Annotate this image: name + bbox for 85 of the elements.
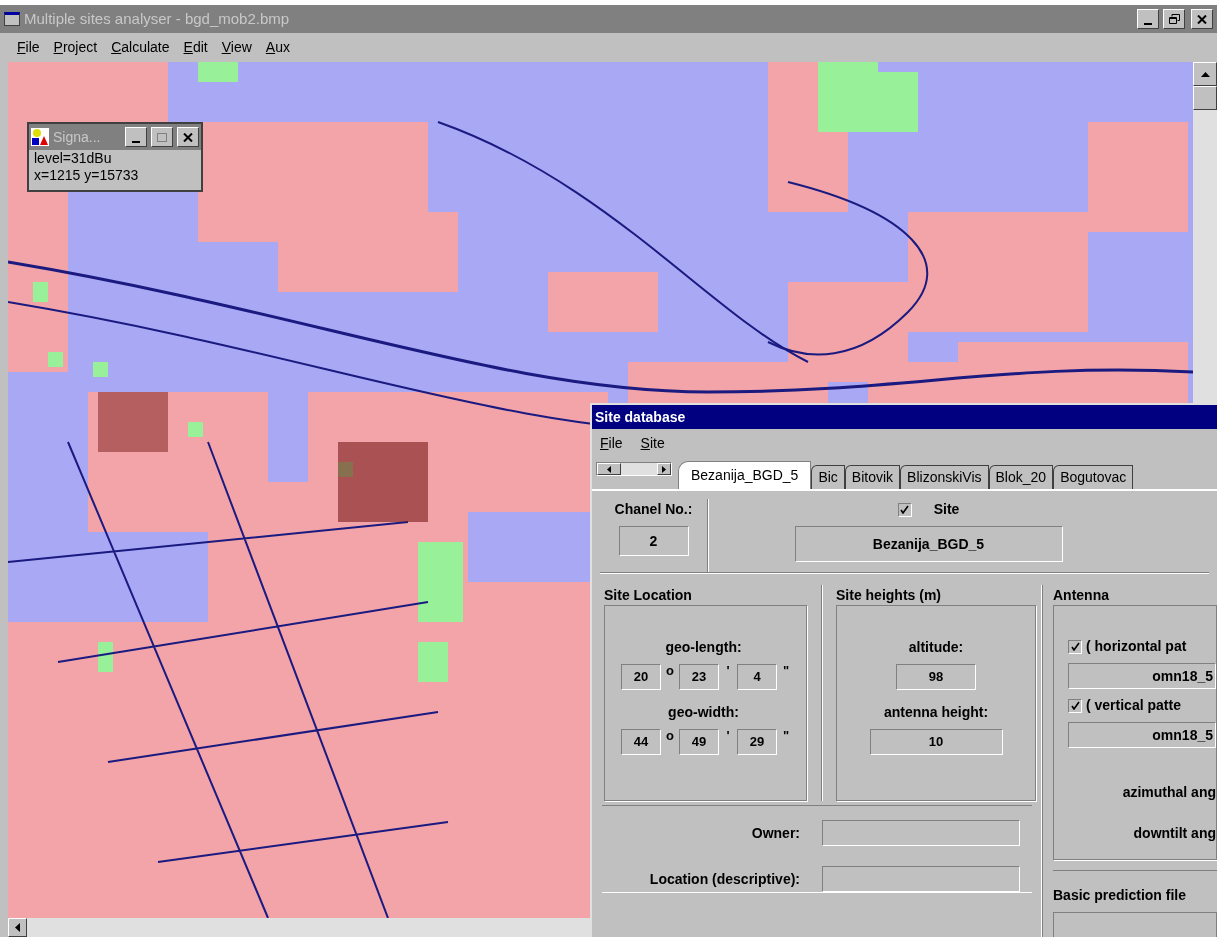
window-title: Site database [595,407,686,427]
left-arrow-icon [15,923,20,932]
coordinate-label: geo-width: [668,703,739,722]
detail-label: Location (descriptive): [648,869,801,889]
checkmark-icon [1070,642,1080,651]
group-title: Basic prediction file [1053,886,1188,905]
close-icon [183,132,193,142]
shapes-icon [31,128,49,146]
menu-item[interactable]: Calculate [111,37,170,58]
site-name-field[interactable]: Bezanija_BGD_5 [794,526,1063,562]
coordinate-field[interactable]: 20 [621,664,661,690]
close-icon [1197,14,1207,24]
checkmark-icon [900,505,910,514]
coordinate-field[interactable]: 49 [679,729,719,755]
site-tab[interactable]: Bogutovac [1053,465,1134,489]
unit-mark: o [665,664,675,678]
right-arrow-icon [662,465,666,473]
checkbox[interactable] [1068,639,1082,654]
site-tab[interactable]: Bezanija_BGD_5 [678,461,812,489]
unit-mark: o [665,729,675,743]
menu-item[interactable]: File [600,432,623,454]
angle-label: downtilt ang [1132,824,1216,843]
menu-item[interactable]: Project [53,37,98,58]
site-tab[interactable]: BlizonskiVis [900,465,989,489]
checkbox[interactable] [1068,698,1082,713]
scroll-left-button[interactable] [8,918,27,937]
scroll-left-button[interactable] [597,463,621,475]
signal-reading: level=31dBu [34,150,113,167]
menu-item[interactable]: Aux [265,37,290,58]
menu-item[interactable]: Edit [183,37,208,58]
left-arrow-icon [607,465,611,473]
up-arrow-icon [1200,71,1210,77]
coordinate-field[interactable]: 23 [679,664,719,690]
site-tab[interactable]: Bitovik [844,465,901,489]
height-field[interactable]: 98 [896,664,976,690]
site-tab[interactable]: Bic [811,465,845,489]
minimize-icon [1144,23,1152,25]
scroll-thumb[interactable] [1193,86,1217,110]
tab-scroller[interactable] [596,462,672,476]
group-title: Antenna [1053,586,1110,605]
window-title: Multiple sites analyser - bgd_mob2.bmp [24,8,290,29]
scroll-right-button[interactable] [657,463,671,475]
maximize-button[interactable] [151,127,173,147]
detail-field[interactable] [822,820,1020,846]
window-title: Signa... [53,127,102,147]
pattern-label: ( vertical patte [1086,696,1181,715]
height-label: antenna height: [883,703,989,722]
signal-reading: x=1215 y=15733 [34,167,140,184]
coordinate-label: geo-length: [665,638,742,657]
close-button[interactable] [1191,9,1213,29]
maximize-icon [157,132,167,142]
restore-button[interactable] [1163,9,1185,29]
unit-mark: ' [725,664,731,678]
minimize-button[interactable] [125,127,147,147]
angle-label: azimuthal ang [1121,783,1216,802]
checkbox[interactable] [897,502,912,517]
restore-icon [1168,14,1180,24]
site-label: Site [933,500,960,519]
minimize-button[interactable] [1137,9,1159,29]
coordinate-field[interactable]: 44 [621,729,661,755]
coordinate-field[interactable]: 29 [737,729,777,755]
menu-item[interactable]: View [221,37,252,58]
pattern-field[interactable]: omn18_5 [1068,663,1216,689]
coordinate-field[interactable]: 4 [737,664,777,690]
pattern-label: ( horizontal pat [1086,637,1187,656]
pattern-field[interactable]: omn18_5 [1068,722,1216,748]
window-icon [4,12,20,26]
checkmark-icon [1070,701,1080,710]
unit-mark: ' [725,729,731,743]
channel-field[interactable]: 2 [618,526,689,556]
menu-item[interactable]: Site [640,432,665,454]
minimize-icon [132,141,140,143]
site-tab[interactable]: Blok_20 [988,465,1054,489]
close-button[interactable] [177,127,199,147]
menu-item[interactable]: File [17,37,40,58]
detail-label: Owner: [750,823,801,843]
height-field[interactable]: 10 [869,729,1003,755]
group-title: Site Location [604,586,693,605]
group-title: Site heights (m) [836,586,942,605]
unit-mark: " [781,664,791,678]
detail-field[interactable] [822,866,1020,892]
channel-label: Chanel No.: [614,500,693,519]
scroll-up-button[interactable] [1193,62,1217,86]
height-label: altitude: [908,638,964,657]
unit-mark: " [781,729,791,743]
